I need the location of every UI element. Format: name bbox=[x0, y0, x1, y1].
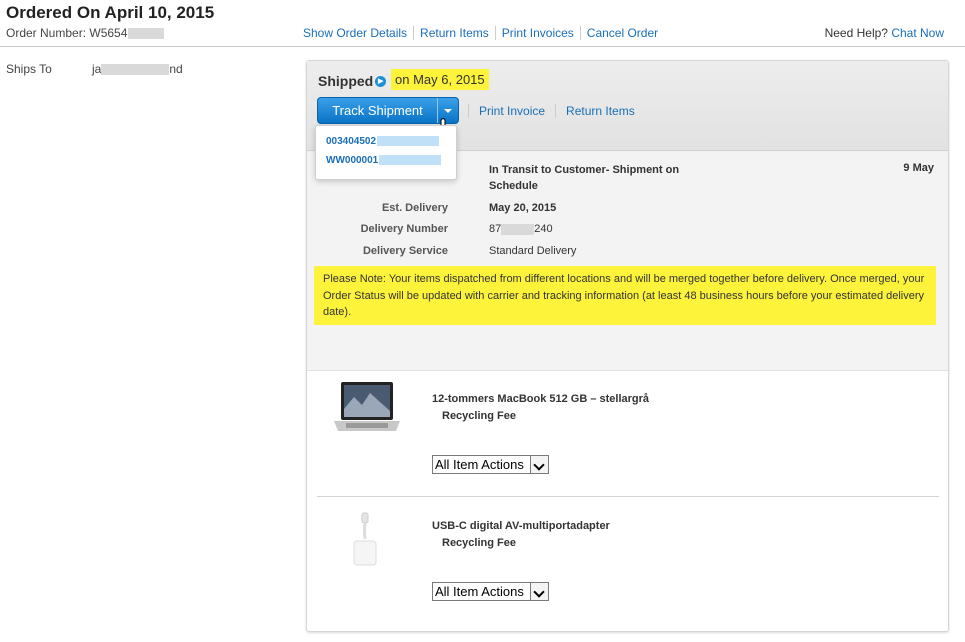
delivery-number-end: 240 bbox=[534, 223, 553, 235]
item-title: 12-tommers MacBook 512 GB – stellargrå bbox=[432, 393, 650, 405]
item-actions-value[interactable]: All Item Actions bbox=[435, 457, 524, 472]
redacted-block bbox=[377, 136, 440, 147]
status-text: Shipped bbox=[318, 73, 374, 89]
ship-date-prefix: on bbox=[395, 72, 410, 87]
merge-note: Please Note: Your items dispatched from … bbox=[314, 266, 936, 325]
item-title: USB-C digital AV-multiportadapter bbox=[432, 520, 610, 532]
return-items-link[interactable]: Return Items bbox=[413, 26, 495, 40]
tracking-number-item[interactable]: 003404502 bbox=[326, 136, 456, 155]
item-fee: Recycling Fee bbox=[442, 537, 516, 549]
order-number: Order Number: W5654 bbox=[6, 26, 165, 40]
ships-to-name: ja nd bbox=[92, 62, 183, 76]
return-items-link[interactable]: Return Items bbox=[555, 104, 645, 118]
est-delivery-label: Est. Delivery bbox=[381, 202, 448, 214]
macbook-image bbox=[334, 382, 400, 431]
redacted-block bbox=[379, 155, 442, 166]
tracking-number[interactable]: 003404502 bbox=[326, 136, 376, 147]
redacted-block bbox=[101, 64, 170, 76]
redacted-block bbox=[501, 223, 535, 235]
header-divider bbox=[0, 46, 965, 47]
ships-to-name-start: ja bbox=[92, 62, 102, 76]
ship-date: on May 6, 2015 bbox=[391, 69, 489, 90]
print-invoice-link[interactable]: Print Invoice bbox=[468, 104, 555, 118]
shipment-status: Shipped ▶ bbox=[318, 73, 388, 89]
chevron-down-icon[interactable] bbox=[530, 456, 548, 473]
order-number-value: W5654 bbox=[89, 26, 128, 40]
transit-status: In Transit to Customer- Shipment on Sche… bbox=[489, 164, 680, 192]
tracking-number[interactable]: WW000001 bbox=[326, 155, 378, 166]
play-icon[interactable]: ▶ bbox=[375, 75, 387, 87]
item-actions-value[interactable]: All Item Actions bbox=[435, 584, 524, 599]
item-actions-select[interactable]: All Item Actions bbox=[432, 455, 549, 474]
item-fee: Recycling Fee bbox=[442, 410, 516, 422]
cancel-order-link[interactable]: Cancel Order bbox=[579, 26, 664, 40]
shipment-actions: Print Invoice Return Items bbox=[468, 104, 645, 118]
print-invoices-link[interactable]: Print Invoices bbox=[494, 26, 580, 40]
ships-to-label: Ships To bbox=[6, 62, 52, 76]
item-actions-select[interactable]: All Item Actions bbox=[432, 582, 549, 601]
delivery-number-value: 87 240 bbox=[489, 223, 553, 235]
help-text: Need Help? bbox=[824, 26, 888, 40]
tracking-number-item[interactable]: WW000001 bbox=[326, 155, 456, 174]
delivery-service-label: Delivery Service bbox=[362, 245, 448, 257]
chat-now-link[interactable]: Chat Now bbox=[891, 26, 944, 40]
delivery-number-label: Delivery Number bbox=[360, 223, 448, 235]
delivery-service-value: Standard Delivery bbox=[489, 245, 577, 257]
shipment-panel: Shipped ▶ on May 6, 2015 Track Shipment P… bbox=[306, 60, 949, 632]
ships-to-name-end: nd bbox=[169, 62, 183, 76]
track-shipment-label[interactable]: Track Shipment bbox=[318, 98, 437, 123]
redacted-block bbox=[128, 28, 165, 40]
adapter-image bbox=[353, 512, 377, 566]
item-divider bbox=[317, 496, 939, 497]
help: Need Help? Chat Now bbox=[825, 26, 944, 40]
order-actions: Show Order Details Return Items Print In… bbox=[297, 26, 664, 40]
ship-date-value: May 6, 2015 bbox=[413, 72, 485, 87]
est-delivery-value: May 20, 2015 bbox=[489, 202, 557, 214]
order-title: Ordered On April 10, 2015 bbox=[6, 3, 215, 22]
order-number-label: Order Number: bbox=[6, 26, 87, 40]
transit-date: 9 May bbox=[903, 162, 934, 174]
delivery-number-start: 87 bbox=[489, 223, 502, 235]
tracking-dropdown: 003404502 WW000001 bbox=[315, 125, 457, 180]
chevron-down-icon[interactable] bbox=[530, 583, 548, 600]
show-order-details-link[interactable]: Show Order Details bbox=[297, 26, 413, 40]
